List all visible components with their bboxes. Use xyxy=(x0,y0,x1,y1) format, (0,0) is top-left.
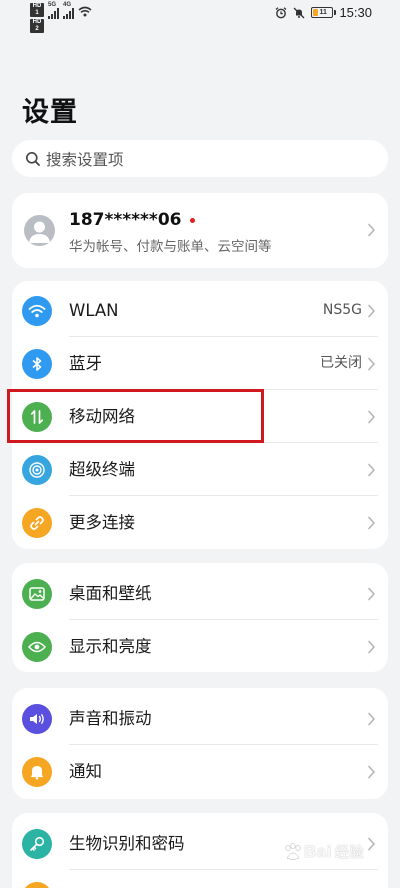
chevron-right-icon xyxy=(368,587,375,601)
chevron-right-icon xyxy=(368,516,375,530)
clock: 15:30 xyxy=(339,5,372,20)
bluetooth-icon xyxy=(22,349,52,379)
settings-item-label: 生物识别和密码 xyxy=(69,834,185,853)
account-card[interactable]: 187******06 华为帐号、付款与账单、云空间等 xyxy=(12,193,388,268)
settings-item-notifications[interactable]: 通知 xyxy=(12,745,388,798)
account-subtitle: 华为帐号、付款与账单、云空间等 xyxy=(69,239,272,255)
chevron-right-icon xyxy=(368,640,375,654)
battery-icon: 11 xyxy=(311,7,337,18)
display-group: 桌面和壁纸 显示和亮度 xyxy=(12,563,388,672)
settings-item-wlan[interactable]: WLAN NS5G xyxy=(12,284,388,337)
watermark-suffix: 经验 xyxy=(334,844,364,860)
search-placeholder: 搜索设置项 xyxy=(46,150,124,169)
watermark-brand: Bai xyxy=(304,842,332,861)
settings-item-label: 通知 xyxy=(69,762,102,781)
key-icon xyxy=(22,829,52,859)
link-icon xyxy=(22,508,52,538)
status-bar: HD 1 HD 2 5G 4G 11 15:30 xyxy=(0,0,400,33)
settings-item-more-connections[interactable]: 更多连接 xyxy=(12,496,388,549)
chevron-right-icon xyxy=(368,837,375,851)
account-name: 187******06 xyxy=(69,210,182,230)
eye-icon xyxy=(22,632,52,662)
watermark: Bai 经验 xyxy=(283,842,364,862)
settings-item-display-brightness[interactable]: 显示和亮度 xyxy=(12,620,388,673)
settings-item-label: 桌面和壁纸 xyxy=(69,584,152,603)
notification-dot xyxy=(190,217,196,223)
settings-item-label: 超级终端 xyxy=(69,460,135,479)
chevron-right-icon xyxy=(368,410,375,424)
status-bar-left: HD 1 HD 2 5G 4G xyxy=(30,2,92,33)
settings-item-bluetooth[interactable]: 蓝牙 已关闭 xyxy=(12,337,388,390)
signal-icon: 5G xyxy=(48,2,59,19)
battery-level: 11 xyxy=(319,9,327,16)
baidu-paw-icon xyxy=(285,843,301,860)
settings-item-label: 显示和亮度 xyxy=(69,637,152,656)
battery-fill xyxy=(313,9,319,16)
page-title: 设置 xyxy=(22,97,78,128)
settings-item-next[interactable] xyxy=(12,870,388,888)
mute-icon xyxy=(293,7,305,18)
settings-item-super-device[interactable]: 超级终端 xyxy=(12,443,388,496)
wlan-value: NS5G xyxy=(322,302,362,318)
bluetooth-value: 已关闭 xyxy=(320,355,362,371)
sim2-network-type: 4G xyxy=(63,2,72,8)
sim2-hd-chip: HD 2 xyxy=(30,19,44,33)
sim1-hd-chip: HD 1 xyxy=(30,3,44,17)
chevron-right-icon xyxy=(368,304,375,318)
settings-item-label: WLAN xyxy=(69,301,119,320)
chevron-right-icon xyxy=(368,712,375,726)
status-bar-right: 11 15:30 xyxy=(275,5,372,20)
settings-item-home-wallpaper[interactable]: 桌面和壁纸 xyxy=(12,567,388,620)
settings-item-label: 蓝牙 xyxy=(69,354,102,373)
avatar xyxy=(24,215,55,246)
signal-icon: 4G xyxy=(63,2,74,19)
account-name-row: 187******06 xyxy=(69,210,196,230)
settings-item-label: 声音和振动 xyxy=(69,709,152,728)
super-device-icon xyxy=(22,455,52,485)
wifi-icon xyxy=(78,6,92,17)
partial-item-icon xyxy=(22,882,52,888)
search-icon xyxy=(24,150,42,168)
wallpaper-icon xyxy=(22,579,52,609)
chevron-right-icon xyxy=(368,357,375,371)
sound-icon xyxy=(22,704,52,734)
hd-indicators: HD 1 HD 2 xyxy=(30,3,44,33)
chevron-right-icon xyxy=(368,463,375,477)
highlight-annotation xyxy=(7,389,264,443)
settings-item-sound-vibration[interactable]: 声音和振动 xyxy=(12,692,388,745)
search-input[interactable]: 搜索设置项 xyxy=(12,140,388,177)
sim1-network-type: 5G xyxy=(48,2,57,8)
bell-icon xyxy=(22,757,52,787)
settings-item-label: 更多连接 xyxy=(69,513,135,532)
sound-notification-group: 声音和振动 通知 xyxy=(12,688,388,799)
chevron-right-icon xyxy=(368,223,375,237)
wifi-icon xyxy=(22,296,52,326)
alarm-icon xyxy=(276,6,287,18)
chevron-right-icon xyxy=(368,765,375,779)
